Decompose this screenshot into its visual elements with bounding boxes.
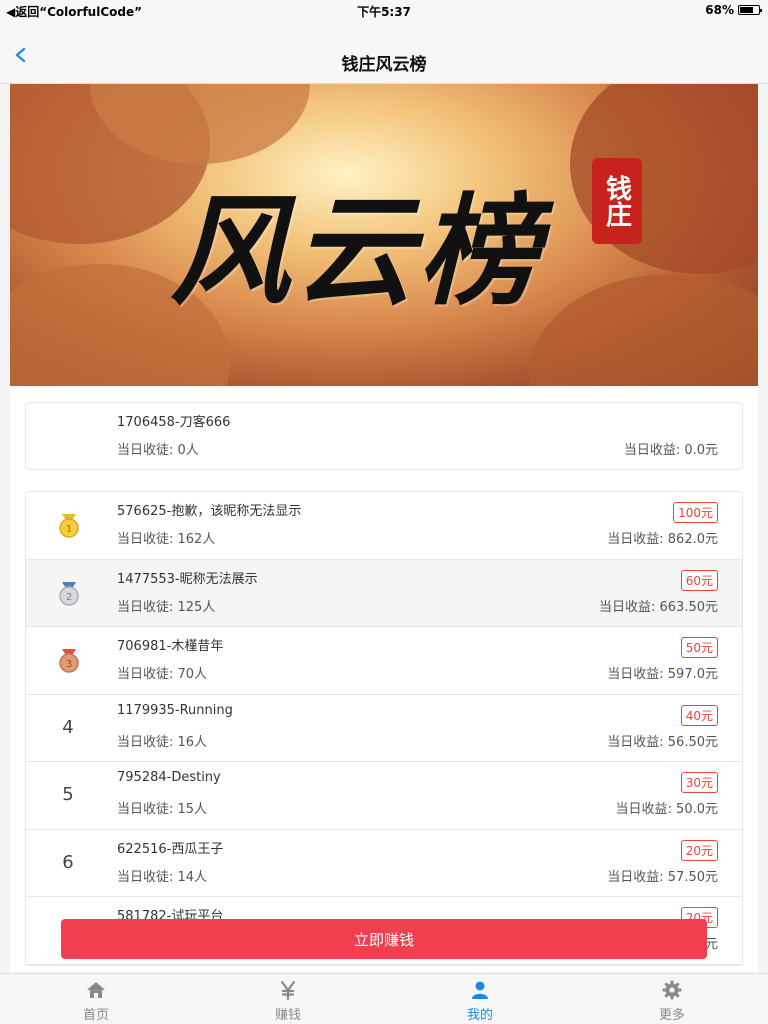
ranking-row[interactable]: 3 706981-木槿昔年 当日收徒: 70人 当日收益: 597.0元 50元 bbox=[26, 627, 742, 695]
ranking-list: 1 576625-抱歉，该昵称无法显示 当日收徒: 162人 当日收益: 862… bbox=[25, 491, 743, 966]
ranking-apprentice: 当日收徒: 162人 bbox=[117, 532, 216, 547]
tab-label: 赚钱 bbox=[274, 1008, 301, 1023]
rank-number: 4 bbox=[62, 716, 74, 738]
ranking-apprentice: 当日收徒: 70人 bbox=[117, 667, 208, 682]
banner-title: 风云榜 bbox=[170, 181, 542, 322]
tab-label: 我的 bbox=[466, 1008, 493, 1023]
my-rank-apprentice: 当日收徒: 0人 bbox=[117, 443, 199, 458]
svg-text:3: 3 bbox=[66, 659, 72, 670]
user-icon bbox=[472, 981, 488, 999]
my-rank-name: 1706458-刀客666 bbox=[117, 415, 231, 430]
tab-mine[interactable]: 我的 bbox=[384, 974, 576, 1024]
ranking-row[interactable]: 5 795284-Destiny 当日收徒: 15人 当日收益: 50.0元 3… bbox=[26, 762, 742, 830]
ranking-name: 576625-抱歉，该昵称无法显示 bbox=[117, 504, 302, 519]
status-time: 下午5:37 bbox=[357, 5, 411, 19]
tab-bar: 首页 赚钱 我的 更多 bbox=[0, 973, 768, 1024]
ranking-apprentice: 当日收徒: 16人 bbox=[117, 734, 208, 750]
svg-text:2: 2 bbox=[66, 592, 72, 603]
ranking-row[interactable]: 6 622516-西瓜王子 当日收徒: 14人 当日收益: 57.50元 20元 bbox=[26, 830, 742, 897]
rank-number: 5 bbox=[62, 784, 74, 805]
battery-percent: 68% bbox=[705, 3, 734, 17]
gold-medal-icon: 1 bbox=[59, 514, 79, 538]
reward-badge: 60元 bbox=[680, 569, 718, 591]
rank-number: 6 bbox=[62, 851, 74, 873]
main-content[interactable]: 风云榜 钱庄 1706458-刀客666 当日收徒: 0人 当日收益: 0.0元… bbox=[10, 84, 758, 972]
ranking-row[interactable]: 4 1179935-Running 当日收徒: 16人 当日收益: 56.50元… bbox=[26, 695, 742, 762]
ranking-name: 1179935-Running bbox=[117, 702, 233, 718]
ranking-row[interactable]: 1 576625-抱歉，该昵称无法显示 当日收徒: 162人 当日收益: 862… bbox=[26, 492, 742, 560]
ranking-earnings: 当日收益: 862.0元 bbox=[607, 532, 718, 547]
my-rank-card: 1706458-刀客666 当日收徒: 0人 当日收益: 0.0元 bbox=[25, 402, 743, 470]
status-bar: ◀返回“ColorfulCode” 下午5:37 68% bbox=[0, 0, 768, 20]
silver-medal-icon: 2 bbox=[59, 581, 79, 606]
ranking-name: 1477553-昵称无法展示 bbox=[117, 571, 258, 587]
tab-home[interactable]: 首页 bbox=[0, 974, 192, 1024]
reward-badge: 40元 bbox=[680, 704, 718, 726]
ranking-earnings: 当日收益: 50.0元 bbox=[615, 802, 718, 817]
banner-seal: 钱庄 bbox=[592, 158, 642, 244]
reward-badge: 20元 bbox=[680, 839, 718, 861]
bronze-medal-icon: 3 bbox=[59, 649, 79, 673]
tab-more[interactable]: 更多 bbox=[576, 974, 768, 1024]
my-rank-earnings: 当日收益: 0.0元 bbox=[623, 443, 718, 458]
svg-text:1: 1 bbox=[66, 524, 72, 535]
banner-image: 风云榜 钱庄 bbox=[10, 84, 758, 386]
tab-earn[interactable]: 赚钱 bbox=[192, 974, 384, 1024]
battery-indicator: 68% bbox=[705, 3, 762, 17]
battery-icon bbox=[738, 5, 762, 15]
gear-icon bbox=[662, 980, 682, 1000]
home-icon bbox=[87, 982, 105, 998]
yen-icon bbox=[280, 980, 296, 1000]
tab-label: 更多 bbox=[658, 1008, 685, 1023]
ranking-earnings: 当日收益: 663.50元 bbox=[599, 599, 718, 615]
ranking-earnings: 当日收益: 56.50元 bbox=[607, 734, 718, 750]
ranking-row[interactable]: 2 1477553-昵称无法展示 当日收徒: 125人 当日收益: 663.50… bbox=[26, 559, 742, 627]
tab-label: 首页 bbox=[82, 1008, 109, 1023]
page-title: 钱庄风云榜 bbox=[341, 55, 427, 75]
ranking-name: 706981-木槿昔年 bbox=[117, 639, 224, 654]
ranking-apprentice: 当日收徒: 14人 bbox=[117, 869, 208, 885]
ranking-apprentice: 当日收徒: 15人 bbox=[117, 802, 208, 817]
ranking-name: 622516-西瓜王子 bbox=[117, 841, 224, 857]
reward-badge: 100元 bbox=[673, 502, 718, 523]
ranking-name: 795284-Destiny bbox=[117, 770, 221, 785]
ranking-earnings: 当日收益: 597.0元 bbox=[607, 667, 718, 682]
reward-badge: 30元 bbox=[680, 772, 718, 793]
banner-rock bbox=[530, 274, 758, 386]
earn-now-button[interactable]: 立即赚钱 bbox=[61, 919, 707, 959]
reward-badge: 50元 bbox=[680, 637, 718, 658]
ranking-apprentice: 当日收徒: 125人 bbox=[117, 599, 216, 615]
ranking-earnings: 当日收益: 57.50元 bbox=[607, 869, 718, 885]
nav-bar: 钱庄风云榜 bbox=[0, 20, 768, 84]
